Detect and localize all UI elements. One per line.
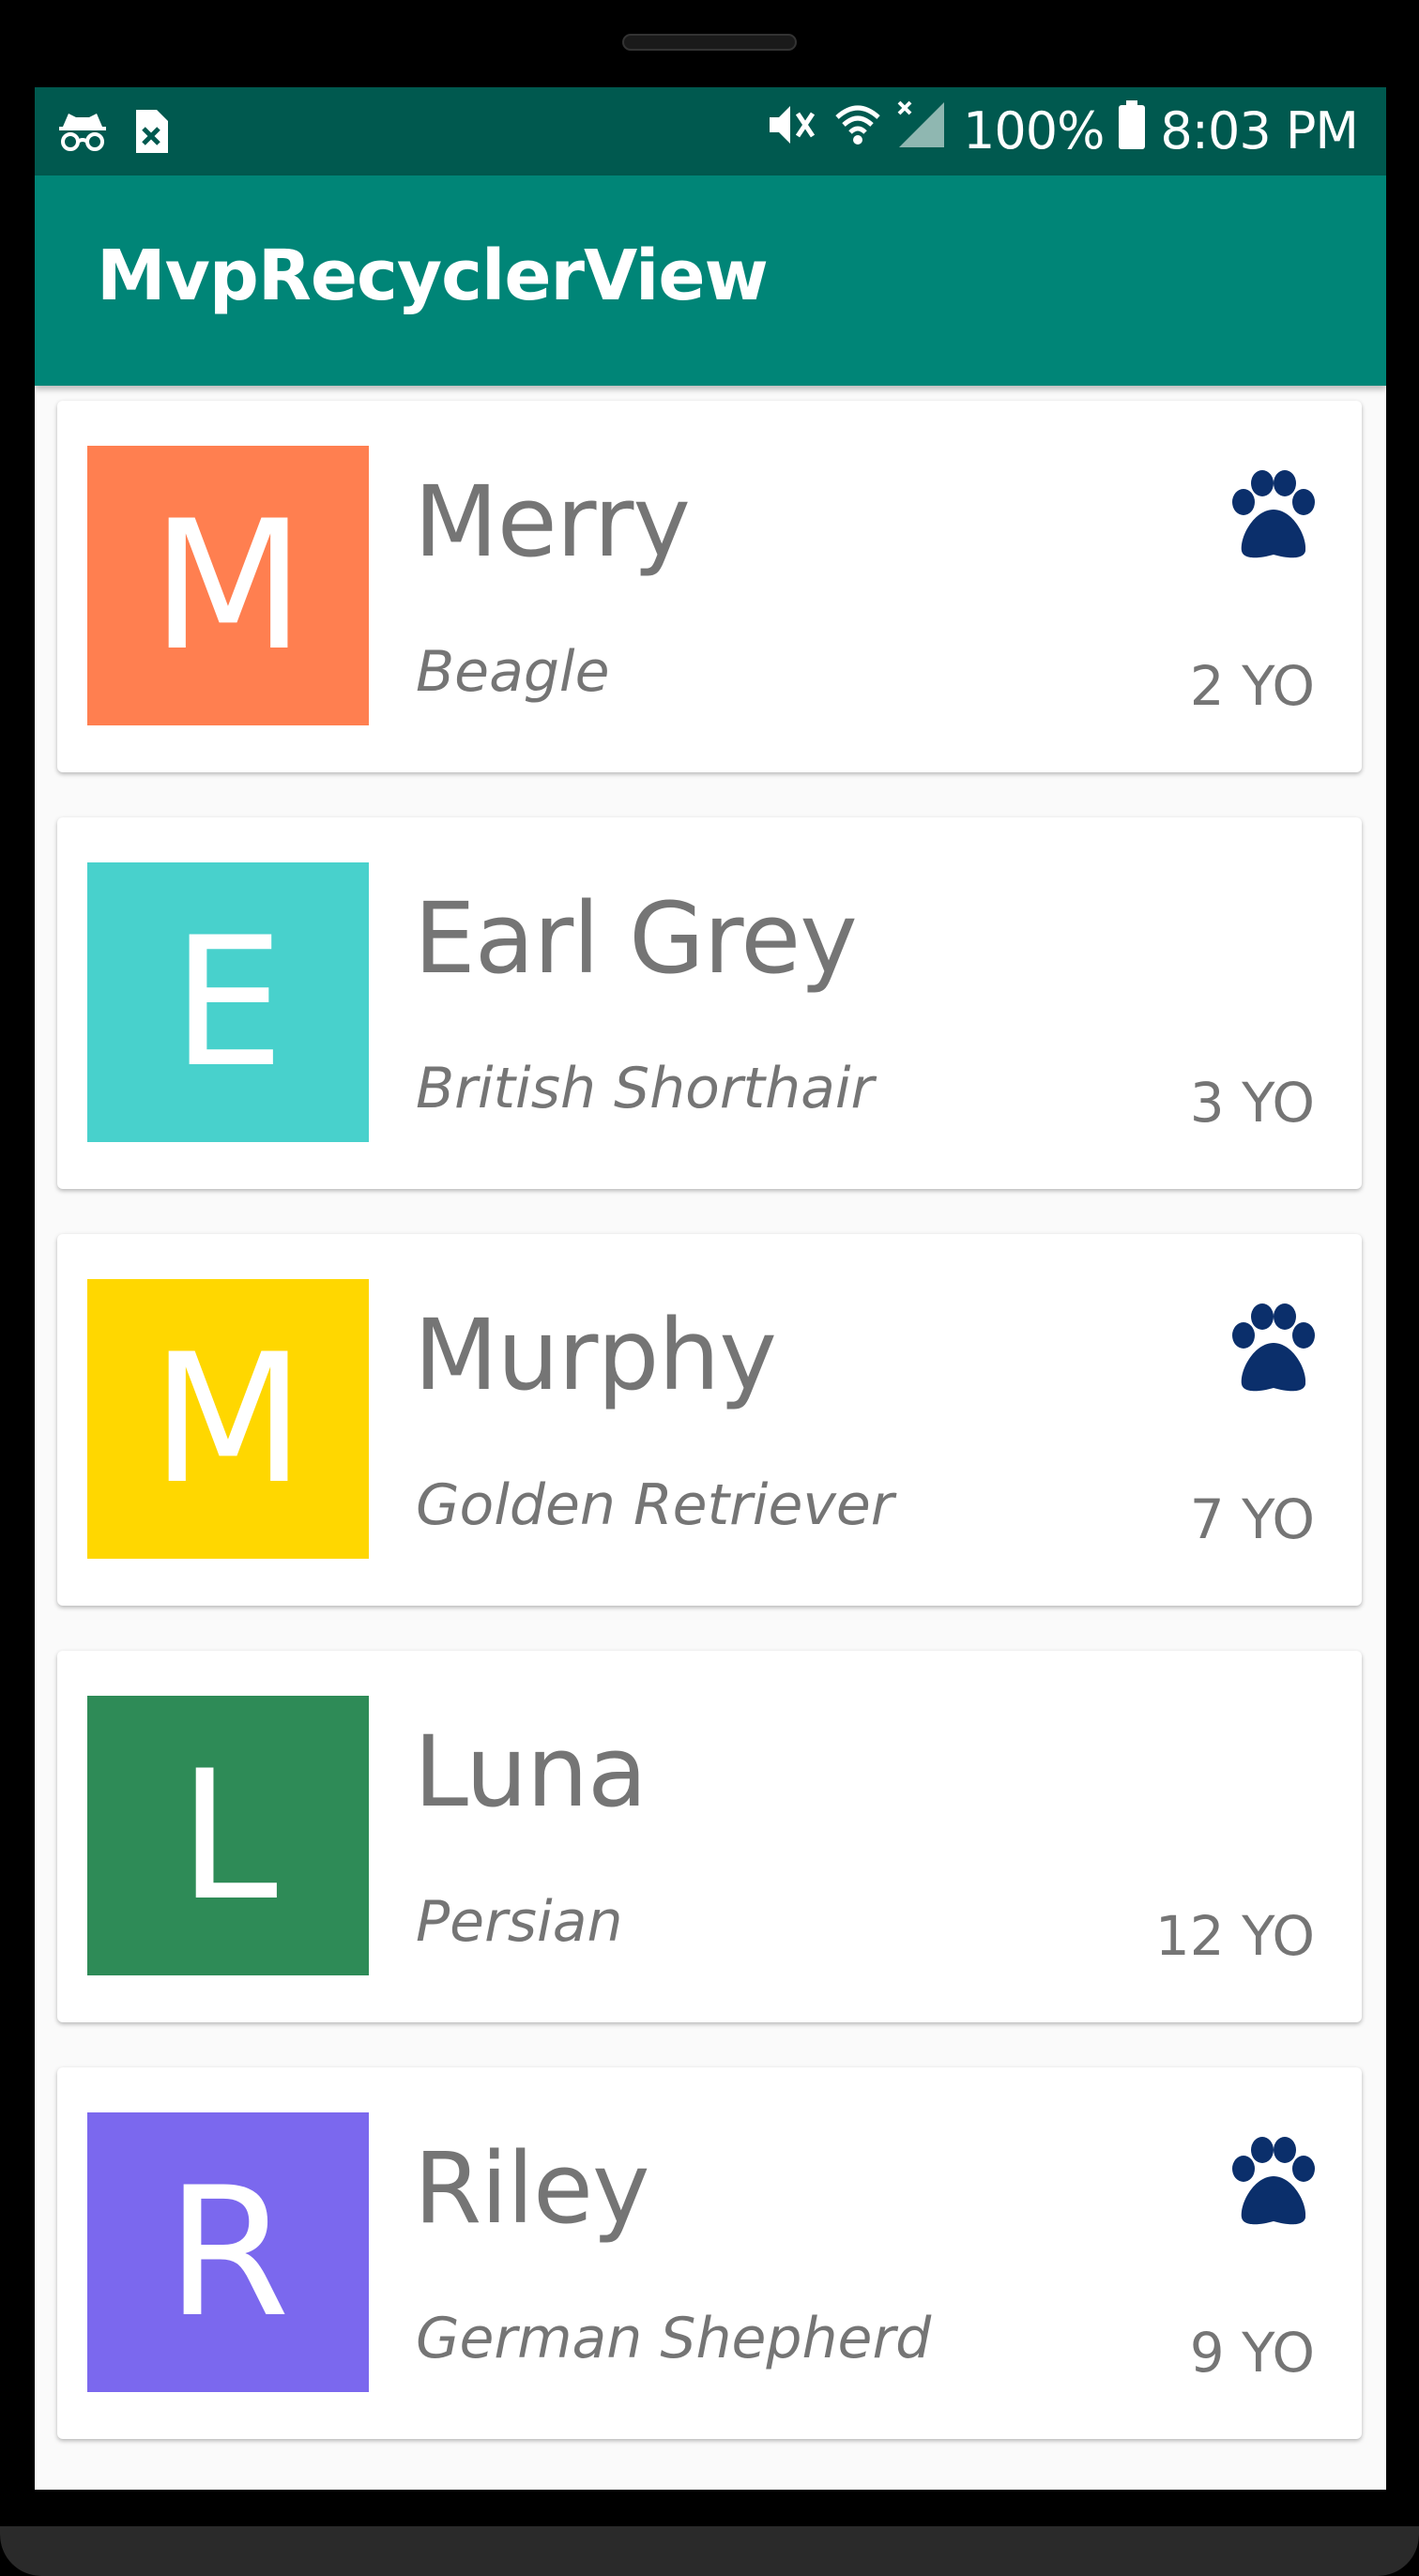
pet-name: Riley	[414, 2131, 650, 2246]
battery-percent: 100%	[963, 101, 1105, 160]
device-frame: 100% 8:03 PM MvpRecyclerView M Merry Bea…	[0, 0, 1419, 2576]
pet-card[interactable]: M Murphy Golden Retriever 7 YO	[57, 1234, 1362, 1606]
pet-breed: German Shepherd	[416, 2306, 932, 2371]
pet-card[interactable]: E Earl Grey British Shorthair 3 YO	[57, 817, 1362, 1189]
earpiece-speaker	[622, 34, 797, 51]
pet-age: 12 YO	[1154, 1904, 1315, 1968]
incognito-icon	[57, 108, 108, 160]
pet-avatar: R	[87, 2112, 369, 2392]
pet-avatar: E	[87, 862, 369, 1142]
paw-icon	[1232, 2137, 1315, 2225]
battery-icon	[1119, 100, 1146, 161]
pet-name: Earl Grey	[414, 881, 858, 996]
pet-breed: Golden Retriever	[416, 1472, 894, 1538]
pet-card[interactable]: R Riley German Shepherd 9 YO	[57, 2067, 1362, 2439]
pet-name: Luna	[414, 1715, 648, 1829]
status-bar: 100% 8:03 PM	[35, 87, 1386, 175]
pet-breed: Beagle	[416, 639, 610, 705]
app-toolbar: MvpRecyclerView	[35, 175, 1386, 386]
pet-name: Merry	[414, 465, 691, 579]
pet-age: 9 YO	[1189, 2321, 1315, 2385]
pet-avatar: M	[87, 1279, 369, 1559]
app-title: MvpRecyclerView	[97, 236, 769, 316]
pet-age: 3 YO	[1189, 1071, 1315, 1135]
pet-card[interactable]: L Luna Persian 12 YO	[57, 1651, 1362, 2022]
pet-avatar: M	[87, 446, 369, 725]
pet-age: 7 YO	[1189, 1487, 1315, 1551]
vibrate-mute-icon	[766, 100, 818, 161]
pet-age: 2 YO	[1189, 654, 1315, 718]
pet-card[interactable]: M Merry Beagle 2 YO	[57, 401, 1362, 772]
paw-icon	[1232, 1303, 1315, 1392]
signal-icon	[897, 100, 948, 161]
device-bottom-bezel	[0, 2526, 1419, 2576]
screen: 100% 8:03 PM MvpRecyclerView M Merry Bea…	[35, 87, 1386, 2490]
pet-name: Murphy	[414, 1298, 777, 1412]
wifi-icon	[833, 100, 882, 161]
pet-avatar: L	[87, 1696, 369, 1975]
paw-icon	[1232, 470, 1315, 558]
file-x-icon	[132, 108, 170, 160]
pet-breed: British Shorthair	[416, 1056, 875, 1121]
pet-breed: Persian	[416, 1889, 623, 1955]
clock-time: 8:03 PM	[1160, 101, 1359, 160]
